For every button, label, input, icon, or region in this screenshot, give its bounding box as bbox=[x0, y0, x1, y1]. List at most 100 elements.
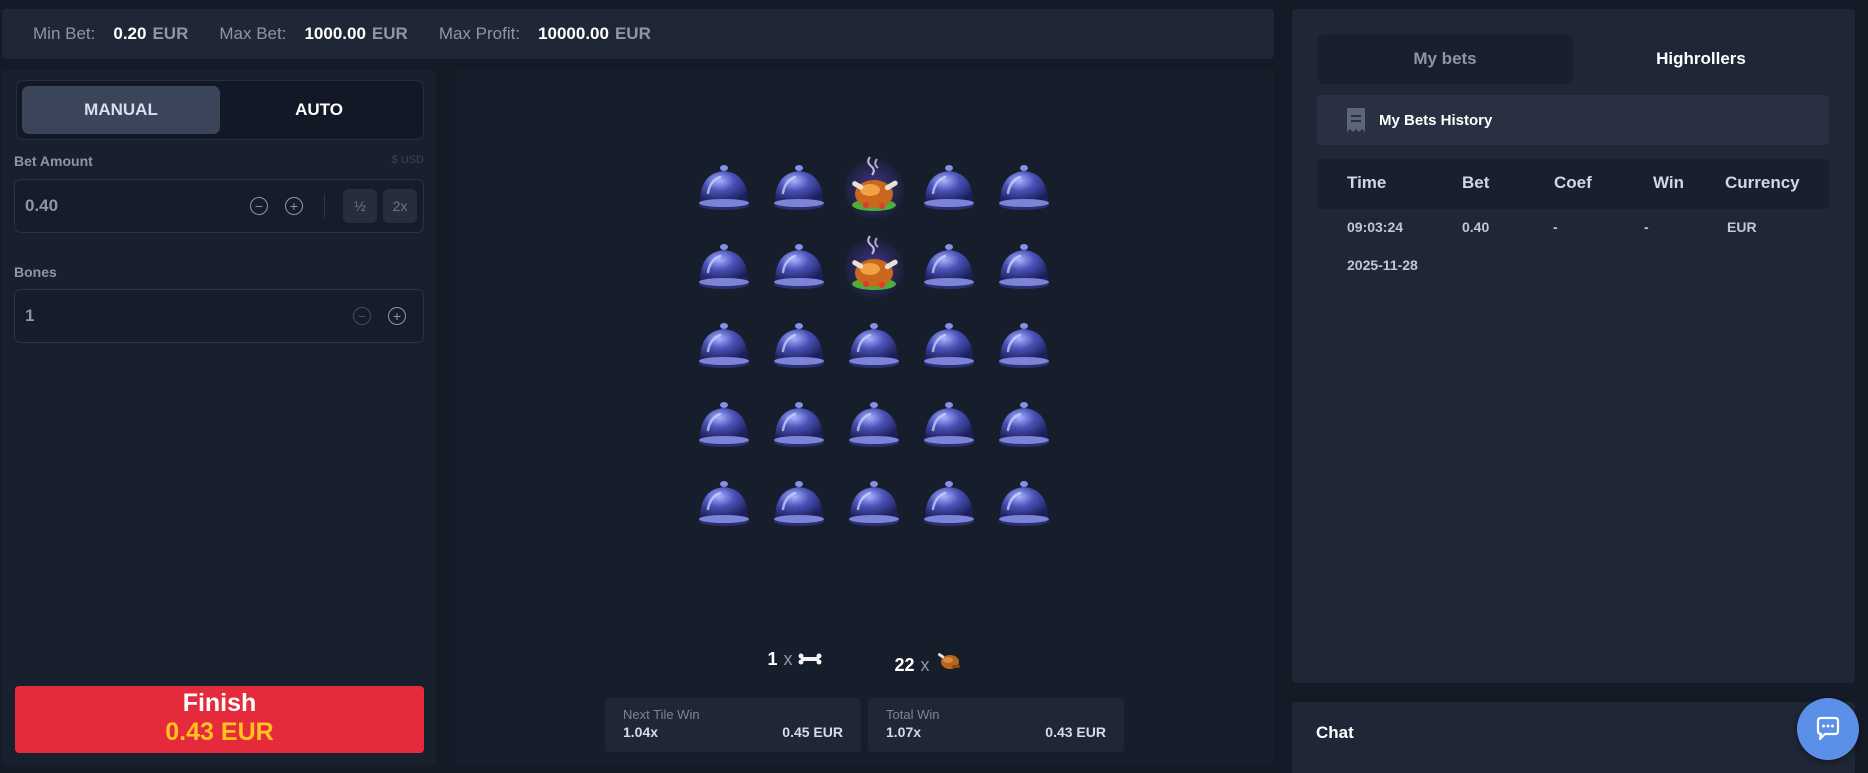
finish-amount-currency: EUR bbox=[220, 718, 274, 746]
cloche-icon bbox=[923, 480, 974, 526]
bones-label: Bones bbox=[14, 264, 57, 280]
bet-amount-label: Bet Amount bbox=[14, 153, 93, 169]
limits-bar: Min Bet: 0.20 EUR Max Bet: 1000.00 EUR M… bbox=[2, 9, 1274, 59]
bet-amount-input[interactable]: 0.40 bbox=[25, 196, 250, 216]
cloche-tile[interactable] bbox=[986, 146, 1061, 225]
total-win-amount: 0.43 EUR bbox=[1045, 724, 1106, 740]
tab-highrollers[interactable]: Highrollers bbox=[1573, 34, 1829, 84]
mode-switch: MANUAL AUTO bbox=[16, 80, 424, 140]
double-bet-button[interactable]: 2x bbox=[383, 189, 417, 223]
max-profit: Max Profit: 10000.00 EUR bbox=[439, 24, 651, 44]
cloche-tile[interactable] bbox=[836, 304, 911, 383]
bet-controls-panel: MANUAL AUTO Bet Amount $ USD 0.40 − + ½ … bbox=[2, 70, 436, 765]
cloche-tile[interactable] bbox=[911, 383, 986, 462]
bet-amount-field[interactable]: 0.40 − + ½ 2x bbox=[14, 179, 424, 233]
half-bet-button[interactable]: ½ bbox=[343, 189, 377, 223]
cloche-tile[interactable] bbox=[986, 304, 1061, 383]
cloche-icon bbox=[998, 322, 1049, 368]
bets-table-header: Time Bet Coef Win Currency bbox=[1317, 159, 1829, 209]
cloche-icon bbox=[998, 243, 1049, 289]
bone-icon bbox=[798, 653, 822, 665]
turkeys-count-value: 22 bbox=[894, 655, 915, 675]
cloche-tile[interactable] bbox=[761, 146, 836, 225]
min-bet-label: Min Bet: bbox=[33, 24, 96, 43]
cloche-tile[interactable] bbox=[686, 146, 761, 225]
cloche-tile[interactable] bbox=[836, 462, 911, 541]
chat-button[interactable] bbox=[1797, 698, 1859, 760]
cloche-icon bbox=[998, 401, 1049, 447]
cloche-tile[interactable] bbox=[686, 304, 761, 383]
revealed-turkey-tile[interactable] bbox=[836, 146, 911, 225]
cloche-tile[interactable] bbox=[761, 462, 836, 541]
increase-bet-icon[interactable]: + bbox=[285, 197, 303, 215]
cloche-tile[interactable] bbox=[986, 462, 1061, 541]
cloche-tile[interactable] bbox=[911, 225, 986, 304]
decrease-bones-icon[interactable]: − bbox=[353, 307, 371, 325]
cloche-icon bbox=[698, 164, 749, 210]
cloche-tile[interactable] bbox=[761, 304, 836, 383]
chat-bubble-icon bbox=[1816, 716, 1840, 741]
min-bet: Min Bet: 0.20 EUR bbox=[33, 24, 188, 44]
usd-hint: $ USD bbox=[391, 154, 424, 166]
bets-history-header: My Bets History bbox=[1317, 95, 1829, 145]
tab-my-bets[interactable]: My bets bbox=[1317, 34, 1573, 84]
tile-grid bbox=[686, 146, 1061, 541]
finish-button[interactable]: Finish 0.43 EUR bbox=[15, 686, 424, 753]
cloche-icon bbox=[923, 243, 974, 289]
cloche-icon bbox=[923, 322, 974, 368]
cloche-tile[interactable] bbox=[686, 383, 761, 462]
cloche-tile[interactable] bbox=[911, 462, 986, 541]
cloche-icon bbox=[773, 480, 824, 526]
cloche-tile[interactable] bbox=[986, 383, 1061, 462]
table-row[interactable]: 09:03:24 0.40 - - EUR 2025-11-28 bbox=[1317, 219, 1829, 273]
game-board-panel: 1x 22 x Next Tile Win 1.04x 0.45 EUR Tota… bbox=[455, 70, 1274, 765]
turkeys-count: 22 x bbox=[894, 649, 961, 676]
manual-tab[interactable]: MANUAL bbox=[22, 86, 220, 134]
chat-title: Chat bbox=[1316, 723, 1354, 742]
turkey-icon bbox=[843, 234, 904, 298]
next-tile-amount: 0.45 EUR bbox=[782, 724, 843, 740]
cloche-icon bbox=[923, 164, 974, 210]
increase-bones-icon[interactable]: + bbox=[388, 307, 406, 325]
cloche-tile[interactable] bbox=[761, 383, 836, 462]
bones-input[interactable]: 1 bbox=[25, 306, 353, 326]
max-profit-currency: EUR bbox=[614, 24, 651, 43]
row-win: - bbox=[1644, 219, 1649, 235]
row-coef: - bbox=[1553, 219, 1558, 235]
cloche-icon bbox=[773, 243, 824, 289]
cloche-icon bbox=[998, 480, 1049, 526]
chat-panel[interactable]: Chat bbox=[1292, 702, 1855, 773]
cloche-tile[interactable] bbox=[686, 462, 761, 541]
row-time: 09:03:24 bbox=[1347, 219, 1404, 235]
cloche-tile[interactable] bbox=[761, 225, 836, 304]
revealed-turkey-tile[interactable] bbox=[836, 225, 911, 304]
times-sign: x bbox=[783, 649, 793, 669]
row-currency: EUR bbox=[1727, 219, 1757, 235]
max-profit-value: 10000.00 bbox=[538, 24, 609, 43]
auto-tab[interactable]: AUTO bbox=[220, 86, 418, 134]
cloche-icon bbox=[848, 480, 899, 526]
decrease-bet-icon[interactable]: − bbox=[250, 197, 268, 215]
cloche-icon bbox=[848, 322, 899, 368]
cloche-tile[interactable] bbox=[911, 304, 986, 383]
cloche-icon bbox=[773, 401, 824, 447]
cloche-icon bbox=[698, 243, 749, 289]
max-bet-currency: EUR bbox=[371, 24, 408, 43]
max-bet-label: Max Bet: bbox=[219, 24, 287, 43]
cloche-tile[interactable] bbox=[911, 146, 986, 225]
max-bet-value: 1000.00 bbox=[304, 24, 366, 43]
col-bet: Bet bbox=[1462, 173, 1490, 192]
cloche-icon bbox=[848, 401, 899, 447]
col-currency: Currency bbox=[1725, 173, 1800, 192]
times-sign: x bbox=[920, 655, 930, 675]
bones-field[interactable]: 1 − + bbox=[14, 289, 424, 343]
cloche-tile[interactable] bbox=[686, 225, 761, 304]
cloche-tile[interactable] bbox=[836, 383, 911, 462]
cloche-icon bbox=[998, 164, 1049, 210]
bets-panel: My bets Highrollers My Bets History Time… bbox=[1292, 9, 1855, 683]
board-counts: 1x 22 x bbox=[455, 649, 1274, 676]
cloche-tile[interactable] bbox=[986, 225, 1061, 304]
bones-count-value: 1 bbox=[767, 649, 778, 669]
col-coef: Coef bbox=[1554, 173, 1592, 192]
finish-amount-value: 0.43 bbox=[165, 718, 214, 746]
